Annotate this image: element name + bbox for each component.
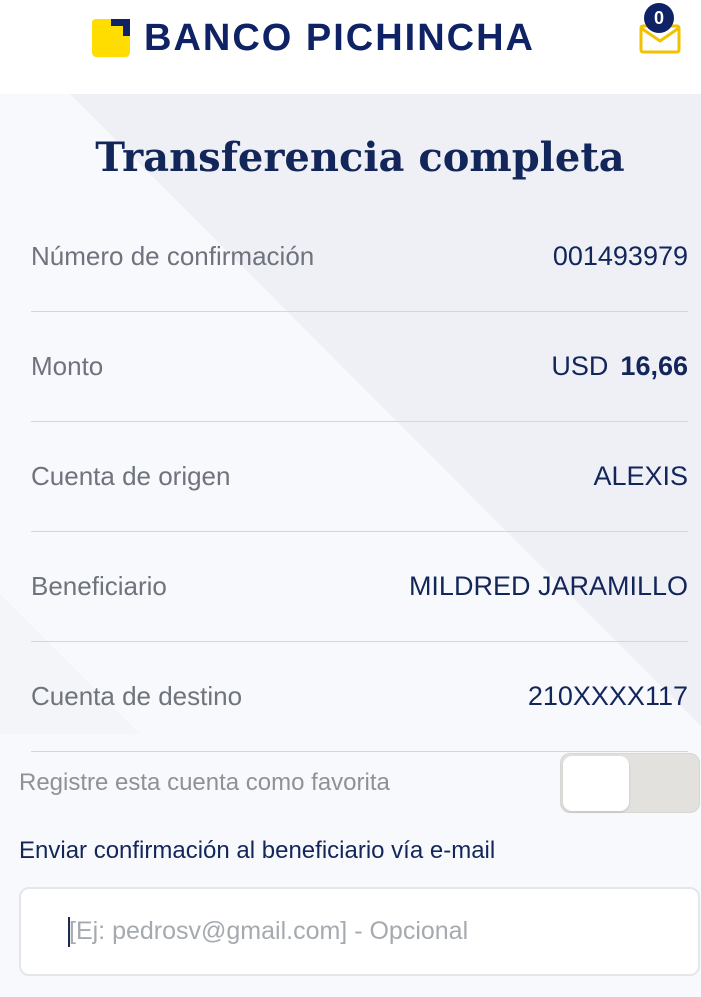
origin-account-row: Cuenta de origen ALEXIS bbox=[31, 421, 688, 532]
confirmation-number-value: 001493979 bbox=[552, 241, 688, 271]
currency-code: USD bbox=[551, 351, 609, 381]
favorite-account-label: Registre esta cuenta como favorita bbox=[19, 769, 390, 796]
app-header: BANCO PICHINCHA 0 bbox=[0, 0, 701, 94]
amount-row: Monto USD 16,66 bbox=[31, 311, 688, 422]
confirmation-number-row: Número de confirmación 001493979 bbox=[31, 201, 688, 312]
transfer-receipt-panel: Transferencia completa Número de confirm… bbox=[0, 94, 701, 997]
toggle-knob[interactable] bbox=[563, 756, 629, 811]
favorite-account-toggle[interactable] bbox=[560, 753, 700, 813]
row-label: Número de confirmación bbox=[31, 241, 315, 271]
bank-brand-name: BANCO PICHINCHA bbox=[144, 17, 535, 59]
amount-number: 16,66 bbox=[620, 351, 688, 381]
amount-value: USD 16,66 bbox=[551, 311, 688, 421]
banco-pichincha-logo-icon bbox=[92, 19, 130, 57]
row-label: Monto bbox=[31, 351, 104, 381]
row-label: Cuenta de origen bbox=[31, 461, 231, 491]
destination-account-row: Cuenta de destino 210XXXX117 bbox=[31, 641, 688, 752]
beneficiary-row: Beneficiario MILDRED JARAMILLO bbox=[31, 531, 688, 642]
page-title: Transferencia completa bbox=[95, 134, 625, 181]
origin-account-value: ALEXIS bbox=[593, 461, 688, 491]
unread-count-badge: 0 bbox=[644, 3, 674, 33]
destination-account-value: 210XXXX117 bbox=[527, 681, 688, 711]
text-cursor bbox=[68, 917, 70, 947]
beneficiary-email-input[interactable] bbox=[19, 887, 700, 976]
row-label: Beneficiario bbox=[31, 571, 167, 601]
email-confirmation-heading: Enviar confirmación al beneficiario vía … bbox=[19, 837, 496, 864]
row-label: Cuenta de destino bbox=[31, 681, 243, 711]
messages-button[interactable]: 0 bbox=[636, 0, 686, 60]
beneficiary-value: MILDRED JARAMILLO bbox=[408, 571, 688, 601]
